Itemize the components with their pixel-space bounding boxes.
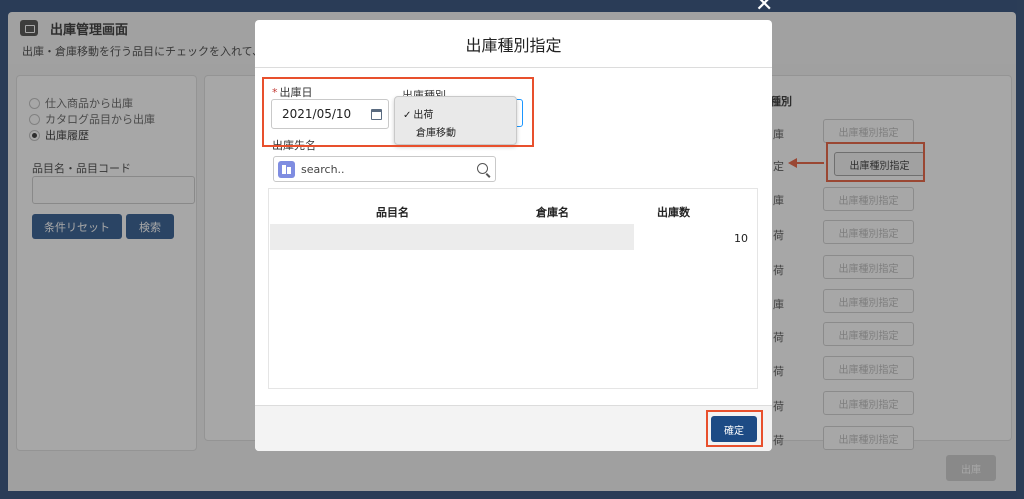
search-icon[interactable] [477, 163, 488, 174]
item-table: 品目名 倉庫名 出庫数 10 [268, 188, 758, 389]
building-icon [278, 161, 295, 178]
quantity-cell: 10 [734, 232, 748, 245]
header-quantity: 出庫数 [657, 206, 690, 219]
close-icon[interactable]: ✕ [755, 0, 773, 16]
annotation-highlight-box [706, 410, 763, 447]
modal-footer [255, 405, 772, 451]
annotation-highlight-box [262, 77, 534, 147]
destination-search-input[interactable]: search.. [273, 156, 496, 182]
search-placeholder: search.. [301, 163, 345, 176]
modal-title: 出庫種別指定 [255, 20, 772, 68]
header-warehouse-name: 倉庫名 [536, 206, 569, 219]
table-row[interactable] [270, 224, 634, 250]
ship-type-modal: 出庫種別指定 *出庫日 2021/05/10 出庫種別 ✓出荷 倉庫移動 出庫先… [255, 20, 772, 451]
header-item-name: 品目名 [376, 206, 409, 219]
